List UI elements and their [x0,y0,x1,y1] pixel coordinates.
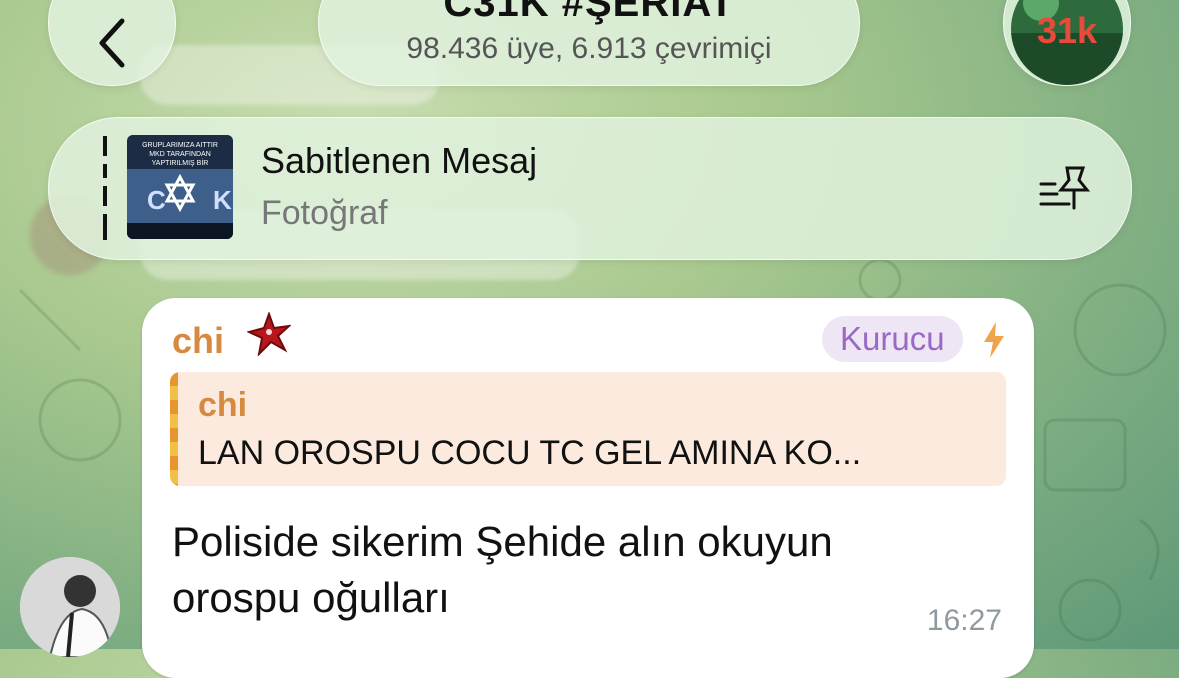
svg-text:C: C [147,185,166,215]
user-avatar[interactable] [20,557,120,657]
reply-sender: chi [198,386,248,424]
pinned-photo-thumbnail: GRUPLARIMIZA AITTIR MKD TARAFINDAN YAPTI… [127,135,233,239]
group-title: C31K #ŞERİAT [443,0,735,25]
member-count-status: 98.436 üye, 6.913 çevrimiçi [406,32,772,65]
svg-text:31k: 31k [1037,10,1098,51]
lightning-icon [984,322,1004,358]
pinned-list-icon[interactable] [1039,162,1093,212]
svg-text:GRUPLARIMIZA AITTIR: GRUPLARIMIZA AITTIR [142,142,218,149]
chevron-left-icon [99,18,125,68]
reply-quote[interactable]: chi LAN OROSPU COCU TC GEL AMINA KO... [170,372,1006,486]
svg-text:MKD TARAFINDAN: MKD TARAFINDAN [149,151,211,158]
pinned-message-banner[interactable]: GRUPLARIMIZA AITTIR MKD TARAFINDAN YAPTI… [48,117,1132,260]
group-avatar: 31k [1011,0,1123,85]
role-badge: Kurucu [822,316,963,362]
starfish-emoji-icon [247,312,291,356]
chat-title-header[interactable]: C31K #ŞERİAT 98.436 üye, 6.913 çevrimiçi [318,0,860,86]
svg-text:K: K [213,185,232,215]
message-time: 16:27 [926,604,1002,637]
message-bubble[interactable]: chi Kurucu chi LAN OROSPU COCU TC GEL AM… [142,298,1034,678]
pinned-subtitle: Fotoğraf [261,194,388,232]
message-text: Poliside sikerim Şehide alın okuyun oros… [172,514,972,626]
message-line: orospu oğulları [172,574,450,621]
sender-name[interactable]: chi [172,320,224,362]
pinned-indicator [103,136,107,240]
reply-text: LAN OROSPU COCU TC GEL AMINA KO... [198,434,862,472]
reply-accent-bar [170,372,178,486]
svg-text:YAPTIRILMIŞ BİR: YAPTIRILMIŞ BİR [152,158,209,167]
pinned-title: Sabitlenen Mesaj [261,140,538,181]
message-line: Poliside sikerim Şehide alın okuyun [172,518,833,565]
